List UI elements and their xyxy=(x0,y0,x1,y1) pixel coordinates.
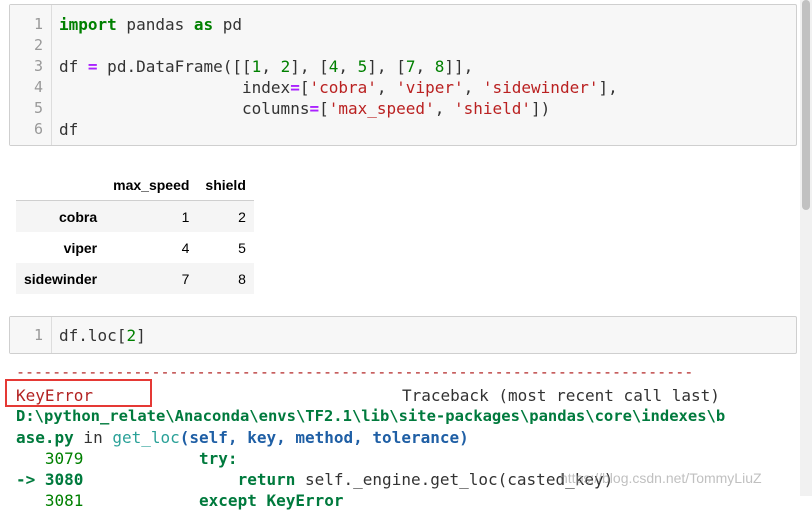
operator: = xyxy=(87,57,98,76)
code-line-4[interactable]: index=['cobra', 'viper', 'sidewinder'], xyxy=(59,77,618,98)
code-text: ], [ xyxy=(290,57,329,76)
code-text: , xyxy=(434,99,454,118)
traceback-line-3081: 3081 except KeyError xyxy=(16,490,344,511)
table-cell: 8 xyxy=(238,270,246,287)
string: 'viper' xyxy=(396,78,464,97)
column-header: shield xyxy=(197,169,254,201)
operator: = xyxy=(309,99,320,118)
alias: pd xyxy=(213,15,243,34)
code-cell-1[interactable]: 1 2 3 4 5 6 import pandas as pd df = pd.… xyxy=(9,4,797,146)
keyerror-highlight-box xyxy=(5,379,152,407)
code-text: in xyxy=(73,428,113,447)
code-text: ]) xyxy=(531,99,551,118)
table-cell: 2 xyxy=(238,208,246,225)
code-text: ]], xyxy=(444,57,474,76)
column-header: max_speed xyxy=(105,169,198,201)
table-cell: 4 xyxy=(181,239,190,256)
code-text: , xyxy=(415,57,435,76)
function-args: (self, key, method, tolerance) xyxy=(179,428,469,447)
code-line-5[interactable]: columns=['max_speed', 'shield']) xyxy=(59,98,550,119)
code-text: except KeyError xyxy=(83,491,344,510)
scrollbar[interactable] xyxy=(800,0,812,496)
line-number: 1 xyxy=(33,15,43,33)
code-text: df.loc[ xyxy=(59,326,127,345)
line-number: 3079 xyxy=(16,449,84,468)
keyword-return: return xyxy=(83,470,296,489)
function-name: get_loc xyxy=(112,428,180,447)
string: 'cobra' xyxy=(309,78,377,97)
code-text: ], xyxy=(598,78,618,97)
code-text: ] xyxy=(136,326,146,345)
code-line-1[interactable]: df.loc[2] xyxy=(59,325,146,346)
table-row: cobra 1 2 xyxy=(16,200,254,232)
code-text: index xyxy=(59,78,291,97)
line-number: 6 xyxy=(33,120,43,138)
line-number: 4 xyxy=(33,78,43,96)
code-line-6[interactable]: df xyxy=(59,119,78,140)
number: 8 xyxy=(434,57,445,76)
table-row: sidewinder 7 8 xyxy=(16,263,254,294)
table-cell: 1 xyxy=(181,208,190,225)
index-header xyxy=(16,169,106,201)
number: 1 xyxy=(251,57,262,76)
operator: = xyxy=(290,78,300,97)
traceback-line-3079: 3079 try: xyxy=(16,448,238,469)
code-text: , xyxy=(376,78,397,97)
current-line-arrow: -> 3080 xyxy=(16,470,84,489)
row-index: viper xyxy=(63,239,98,256)
number: 4 xyxy=(328,57,339,76)
traceback-path-continued: ase.py in get_loc(self, key, method, tol… xyxy=(16,427,469,448)
code-cell-2[interactable]: 1 df.loc[2] xyxy=(9,316,797,354)
line-number: 1 xyxy=(33,326,43,344)
number: 2 xyxy=(280,57,291,76)
code-line-3[interactable]: df = pd.DataFrame([[1, 2], [4, 5], [7, 8… xyxy=(59,56,473,77)
table-cell: 7 xyxy=(181,270,190,287)
code-text: df xyxy=(59,57,88,76)
line-number-gutter: 1 xyxy=(10,317,52,353)
line-number: 3081 xyxy=(16,491,84,510)
traceback-path: D:\python_relate\Anaconda\envs\TF2.1\lib… xyxy=(16,407,726,425)
string: 'shield' xyxy=(453,99,532,118)
line-number: 5 xyxy=(33,99,43,117)
table-row: viper 4 5 xyxy=(16,232,254,263)
file-name: ase.py xyxy=(16,428,74,447)
number: 2 xyxy=(126,326,137,345)
code-line-1[interactable]: import pandas as pd xyxy=(59,14,242,35)
string: 'sidewinder' xyxy=(482,78,599,97)
line-number: 2 xyxy=(33,36,43,54)
line-number: 3 xyxy=(33,57,43,75)
line-number-gutter: 1 2 3 4 5 6 xyxy=(10,5,52,145)
watermark: https://blog.csdn.net/TommyLiuZ xyxy=(560,470,762,486)
keyword-as: as xyxy=(193,15,214,34)
code-text: , xyxy=(463,78,483,97)
code-text: , xyxy=(261,57,281,76)
code-text: try: xyxy=(83,449,238,468)
code-text: pd.DataFrame([[ xyxy=(97,57,252,76)
number: 5 xyxy=(357,57,368,76)
table-header-row: max_speed shield xyxy=(16,169,254,201)
keyword-import: import xyxy=(59,15,117,34)
code-text: [ xyxy=(319,99,329,118)
row-index: cobra xyxy=(59,208,98,225)
code-text: , xyxy=(338,57,358,76)
scrollbar-thumb[interactable] xyxy=(802,0,810,210)
code-text: columns xyxy=(59,99,310,118)
row-index: sidewinder xyxy=(24,270,98,287)
traceback-line-3080: -> 3080 return self._engine.get_loc(cast… xyxy=(16,469,613,490)
module-name: pandas xyxy=(116,15,194,34)
code-text: df xyxy=(59,120,79,139)
code-text: ], [ xyxy=(367,57,406,76)
string: 'max_speed' xyxy=(328,99,435,118)
dataframe-output: max_speed shield cobra 1 2 viper 4 5 sid… xyxy=(16,169,254,294)
traceback-header: Traceback (most recent call last) xyxy=(402,386,720,405)
table-cell: 5 xyxy=(238,239,246,256)
